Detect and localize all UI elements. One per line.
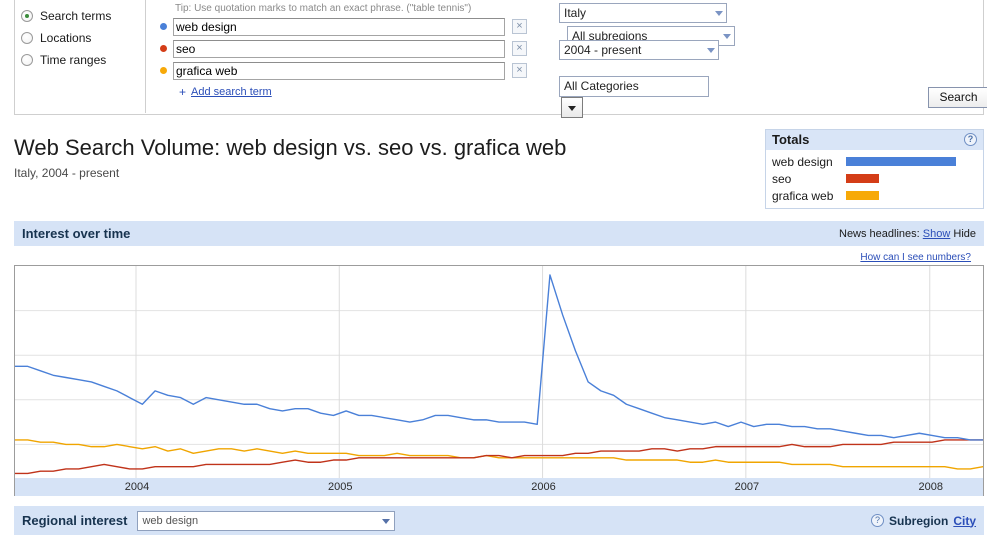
country-select[interactable]: Italy [559, 3, 727, 23]
totals-header: Totals ? [766, 130, 983, 150]
plus-icon: + [179, 85, 187, 99]
x-axis-year-label: 2007 [734, 481, 760, 493]
page-subtitle: Italy, 2004 - present [14, 166, 120, 180]
totals-bar [846, 191, 879, 200]
search-button[interactable]: Search [928, 87, 987, 108]
regional-term-select-value: web design [142, 514, 199, 527]
chevron-down-icon [382, 518, 391, 524]
series-color-dot-icon [160, 45, 167, 52]
interest-over-time-title: Interest over time [22, 226, 131, 241]
chevron-down-icon [568, 105, 576, 111]
search-term-input-2[interactable] [173, 39, 505, 58]
trends-page: Search terms Locations Time ranges Tip: … [0, 0, 987, 540]
news-headlines-hide-label[interactable]: Hide [953, 228, 976, 240]
search-term-row-2: × [155, 38, 545, 59]
search-term-row-1: × [155, 16, 545, 37]
radio-icon-locations[interactable] [21, 32, 33, 44]
chart-series-web-design [15, 274, 983, 441]
series-color-dot-icon [160, 67, 167, 74]
time-range-select[interactable]: 2004 - present [559, 40, 719, 60]
remove-term-button-2[interactable]: × [512, 41, 527, 56]
remove-term-button-1[interactable]: × [512, 19, 527, 34]
search-mode-time-ranges[interactable]: Time ranges [21, 49, 145, 71]
chevron-down-icon [715, 11, 723, 16]
news-headlines-show-link[interactable]: Show [923, 228, 951, 240]
time-range-select-value: 2004 - present [564, 43, 642, 57]
regional-term-select[interactable]: web design [137, 510, 396, 531]
totals-bar [846, 174, 879, 183]
totals-row-label: web design [772, 154, 833, 169]
regional-interest-bar: Regional interest web design ? Subregion… [14, 506, 984, 535]
totals-row-label: grafica web [772, 188, 834, 203]
totals-panel: Totals ? web design seo grafica web [765, 129, 984, 209]
add-search-term-link[interactable]: Add search term [191, 86, 272, 98]
radio-icon-time-ranges[interactable] [21, 54, 33, 66]
search-mode-search-terms[interactable]: Search terms [21, 5, 145, 27]
search-panel: Search terms Locations Time ranges Tip: … [14, 0, 987, 118]
x-axis-year-label: 2005 [328, 481, 353, 493]
search-mode-label: Search terms [40, 9, 112, 23]
search-mode-group: Search terms Locations Time ranges [15, 0, 146, 113]
search-term-input-1[interactable] [173, 17, 505, 36]
interest-over-time-header: Interest over time News headlines: Show … [14, 221, 984, 246]
totals-row: grafica web [766, 187, 983, 204]
remove-term-button-3[interactable]: × [512, 63, 527, 78]
news-headlines-controls: News headlines: Show Hide [839, 228, 976, 240]
category-field[interactable]: All Categories [559, 76, 709, 97]
search-mode-locations[interactable]: Locations [21, 27, 145, 49]
search-term-input-3[interactable] [173, 61, 505, 80]
x-axis-year-label: 2006 [531, 481, 556, 493]
chart-x-axis: 2004 2005 2006 2007 2008 [14, 478, 984, 496]
news-headlines-label: News headlines: [839, 227, 920, 240]
category-dropdown-button[interactable] [561, 97, 583, 118]
subregion-toggle-label[interactable]: Subregion [889, 514, 948, 528]
search-tip: Tip: Use quotation marks to match an exa… [175, 3, 472, 14]
chart-svg [15, 266, 983, 489]
series-color-dot-icon [160, 23, 167, 30]
totals-heading-label: Totals [772, 132, 810, 147]
add-search-term-row[interactable]: + Add search term [155, 82, 545, 99]
search-mode-label: Time ranges [40, 53, 107, 67]
search-term-row-3: × [155, 60, 545, 81]
city-toggle-link[interactable]: City [953, 514, 976, 528]
chevron-down-icon [707, 48, 715, 53]
search-terms-column: Tip: Use quotation marks to match an exa… [155, 0, 545, 99]
totals-bar [846, 157, 956, 166]
radio-icon-search-terms[interactable] [21, 10, 33, 22]
help-icon[interactable]: ? [870, 514, 884, 527]
x-axis-year-label: 2004 [124, 481, 150, 493]
page-title: Web Search Volume: web design vs. seo vs… [14, 135, 567, 160]
totals-row: seo [766, 170, 983, 187]
country-select-value: Italy [564, 6, 587, 20]
interest-over-time-chart[interactable] [14, 265, 984, 490]
chart-series-seo [15, 439, 983, 475]
how-can-i-see-numbers-link[interactable]: How can I see numbers? [860, 252, 971, 263]
totals-row: web design [766, 153, 983, 170]
totals-row-label: seo [772, 171, 792, 186]
chevron-down-icon [723, 34, 731, 39]
regional-interest-title: Regional interest [22, 513, 128, 528]
search-mode-label: Locations [40, 31, 92, 45]
x-axis-year-label: 2008 [918, 481, 943, 493]
help-icon[interactable]: ? [964, 133, 977, 146]
